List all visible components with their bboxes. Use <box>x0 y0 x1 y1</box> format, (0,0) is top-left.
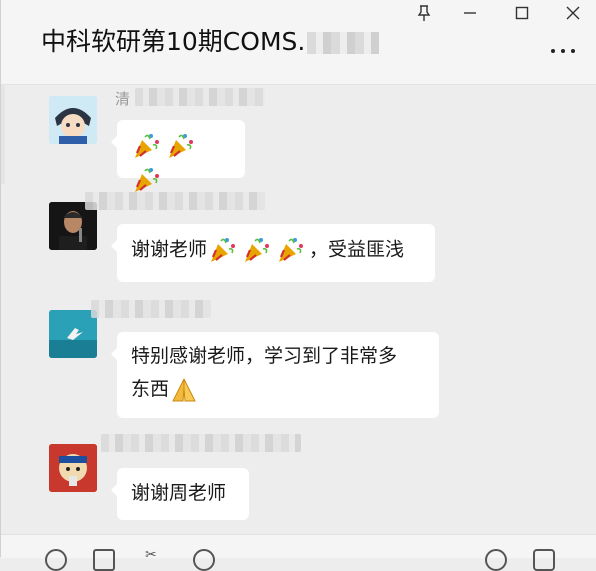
message-text: ，受益匪浅 <box>309 238 405 261</box>
party-popper-icon <box>165 131 195 161</box>
message-bubble[interactable]: 特别感谢老师，学习到了非常多 东西 <box>111 332 439 418</box>
party-popper-icon <box>207 235 237 265</box>
chat-history-icon[interactable] <box>193 549 215 571</box>
folder-icon[interactable] <box>93 549 115 571</box>
avatar[interactable] <box>49 444 97 492</box>
chat-title: 中科软研第10期COMS. <box>41 22 380 58</box>
redacted-sender-name <box>101 434 301 452</box>
message-bubble[interactable]: 谢谢周老师 <box>111 468 249 520</box>
video-call-icon[interactable] <box>533 549 555 571</box>
bird-avatar-icon <box>49 310 97 358</box>
voice-call-icon[interactable] <box>485 549 507 571</box>
cartoon-avatar-icon <box>49 444 97 492</box>
more-dot-icon <box>551 49 555 53</box>
avatar[interactable] <box>49 96 97 144</box>
party-popper-icon <box>241 235 271 265</box>
avatar[interactable] <box>49 310 97 358</box>
redacted-sender-name <box>91 300 211 318</box>
message-text: 特别感谢老师，学习到了非常多 <box>131 345 398 367</box>
more-dot-icon <box>571 49 575 53</box>
message-text: 东西 <box>131 378 170 400</box>
redacted-sender-name <box>85 192 265 210</box>
more-dot-icon <box>561 49 565 53</box>
sender-name: 清 <box>115 90 131 108</box>
party-popper-icon <box>131 131 161 161</box>
anime-avatar-icon <box>49 96 97 144</box>
message-text: 谢谢周老师 <box>131 482 227 504</box>
party-popper-icon <box>131 165 161 195</box>
pin-button[interactable] <box>407 0 441 26</box>
message-bubble[interactable]: 谢谢老师 ，受益匪浅 <box>111 224 435 282</box>
redacted-sender-name <box>135 88 265 106</box>
maximize-icon <box>515 6 529 20</box>
party-popper-icon <box>275 235 305 265</box>
more-options-button[interactable] <box>551 44 575 58</box>
redacted-title-suffix <box>307 32 380 54</box>
close-icon <box>566 6 580 20</box>
folded-hands-icon <box>169 375 199 405</box>
message-bubble[interactable] <box>111 120 245 192</box>
emoji-icon[interactable] <box>45 549 67 571</box>
scissors-icon[interactable]: ✂ <box>145 547 159 563</box>
minimize-icon <box>464 12 476 14</box>
title-bar: 中科软研第10期COMS. <box>1 0 596 85</box>
message-text: 谢谢老师 <box>131 238 208 261</box>
maximize-button[interactable] <box>505 0 539 26</box>
minimize-button[interactable] <box>453 0 487 26</box>
chat-title-text: 中科软研第10期COMS. <box>41 27 306 56</box>
input-toolbar: ✂ <box>1 534 596 571</box>
chat-window: 中科软研第10期COMS. 清 谢谢老师 ，受益匪浅 特别感谢老师，学习到了非常… <box>0 0 596 571</box>
close-button[interactable] <box>556 0 590 26</box>
pin-icon <box>417 5 431 21</box>
left-divider <box>1 84 5 184</box>
